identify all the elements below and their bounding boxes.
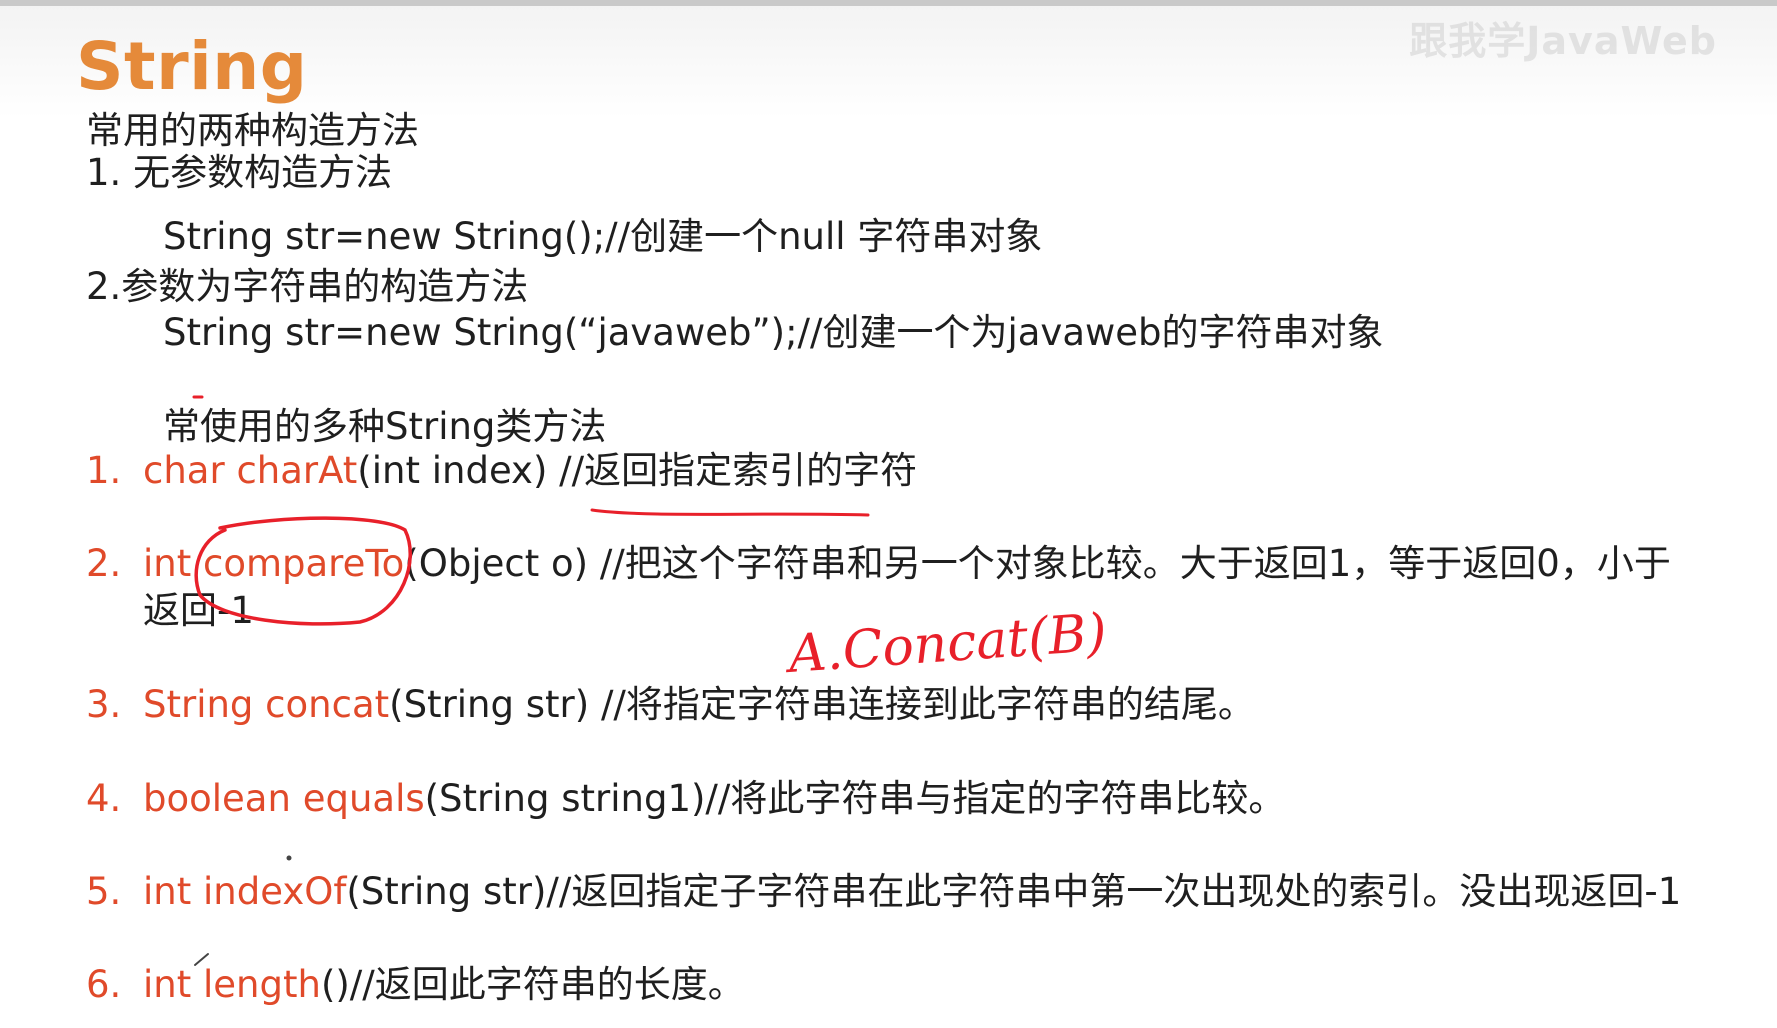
method-description: (int index) //返回指定索引的字符: [357, 449, 918, 492]
method-number: 5.: [86, 870, 122, 913]
method-number: 3.: [86, 683, 122, 726]
slide-title: String: [76, 28, 308, 105]
method-description: (String str)//返回指定子字符串在此字符串中第一次出现处的索引。没出…: [346, 870, 1682, 913]
method-number: 2.: [86, 542, 122, 585]
method-description-continuation: 返回-1: [143, 589, 254, 632]
method-signature: int indexOf: [143, 870, 347, 913]
method-item: boolean equals(String string1)//将此字符串与指定…: [143, 776, 1285, 822]
method-item: int length()//返回此字符串的长度。: [143, 962, 745, 1008]
method-description: ()//返回此字符串的长度。: [320, 963, 745, 1006]
method-item: char charAt(int index) //返回指定索引的字符: [143, 448, 917, 494]
method-number: 1.: [86, 449, 122, 492]
intro-heading: 常用的两种构造方法: [86, 109, 419, 152]
dot-mark: [286, 855, 292, 861]
handwritten-annotation: A.Concat(B): [783, 603, 1109, 685]
method-number: 6.: [86, 963, 122, 1006]
method-number: 4.: [86, 777, 122, 820]
constructor-2-label: 2.参数为字符串的构造方法: [86, 265, 529, 308]
method-item: int compareTo(Object o) //把这个字符串和另一个对象比较…: [143, 541, 1671, 587]
constructor-1-label: 1. 无参数构造方法: [86, 151, 393, 194]
underline-mark: [590, 508, 870, 517]
watermark: 跟我学JavaWeb: [1409, 19, 1717, 63]
method-signature: boolean equals: [143, 777, 425, 820]
method-item: String concat(String str) //将指定字符串连接到此字符…: [143, 682, 1255, 728]
method-signature: int length: [143, 963, 321, 1006]
methods-heading: 常使用的多种String类方法: [163, 405, 607, 448]
method-item: int indexOf(String str)//返回指定子字符串在此字符串中第…: [143, 869, 1681, 915]
method-signature: String concat: [143, 683, 390, 726]
method-description: (Object o) //把这个字符串和另一个对象比较。大于返回1，等于返回0，…: [404, 542, 1671, 585]
constructor-1-code: String str=new String();//创建一个null 字符串对象: [163, 215, 1043, 258]
method-description: (String string1)//将此字符串与指定的字符串比较。: [424, 777, 1286, 820]
method-description: (String str) //将指定字符串连接到此字符串的结尾。: [389, 683, 1255, 726]
constructor-2-code: String str=new String(“javaweb”);//创建一个为…: [163, 311, 1384, 354]
method-signature: int compareTo: [143, 542, 405, 585]
method-signature: char charAt: [143, 449, 358, 492]
